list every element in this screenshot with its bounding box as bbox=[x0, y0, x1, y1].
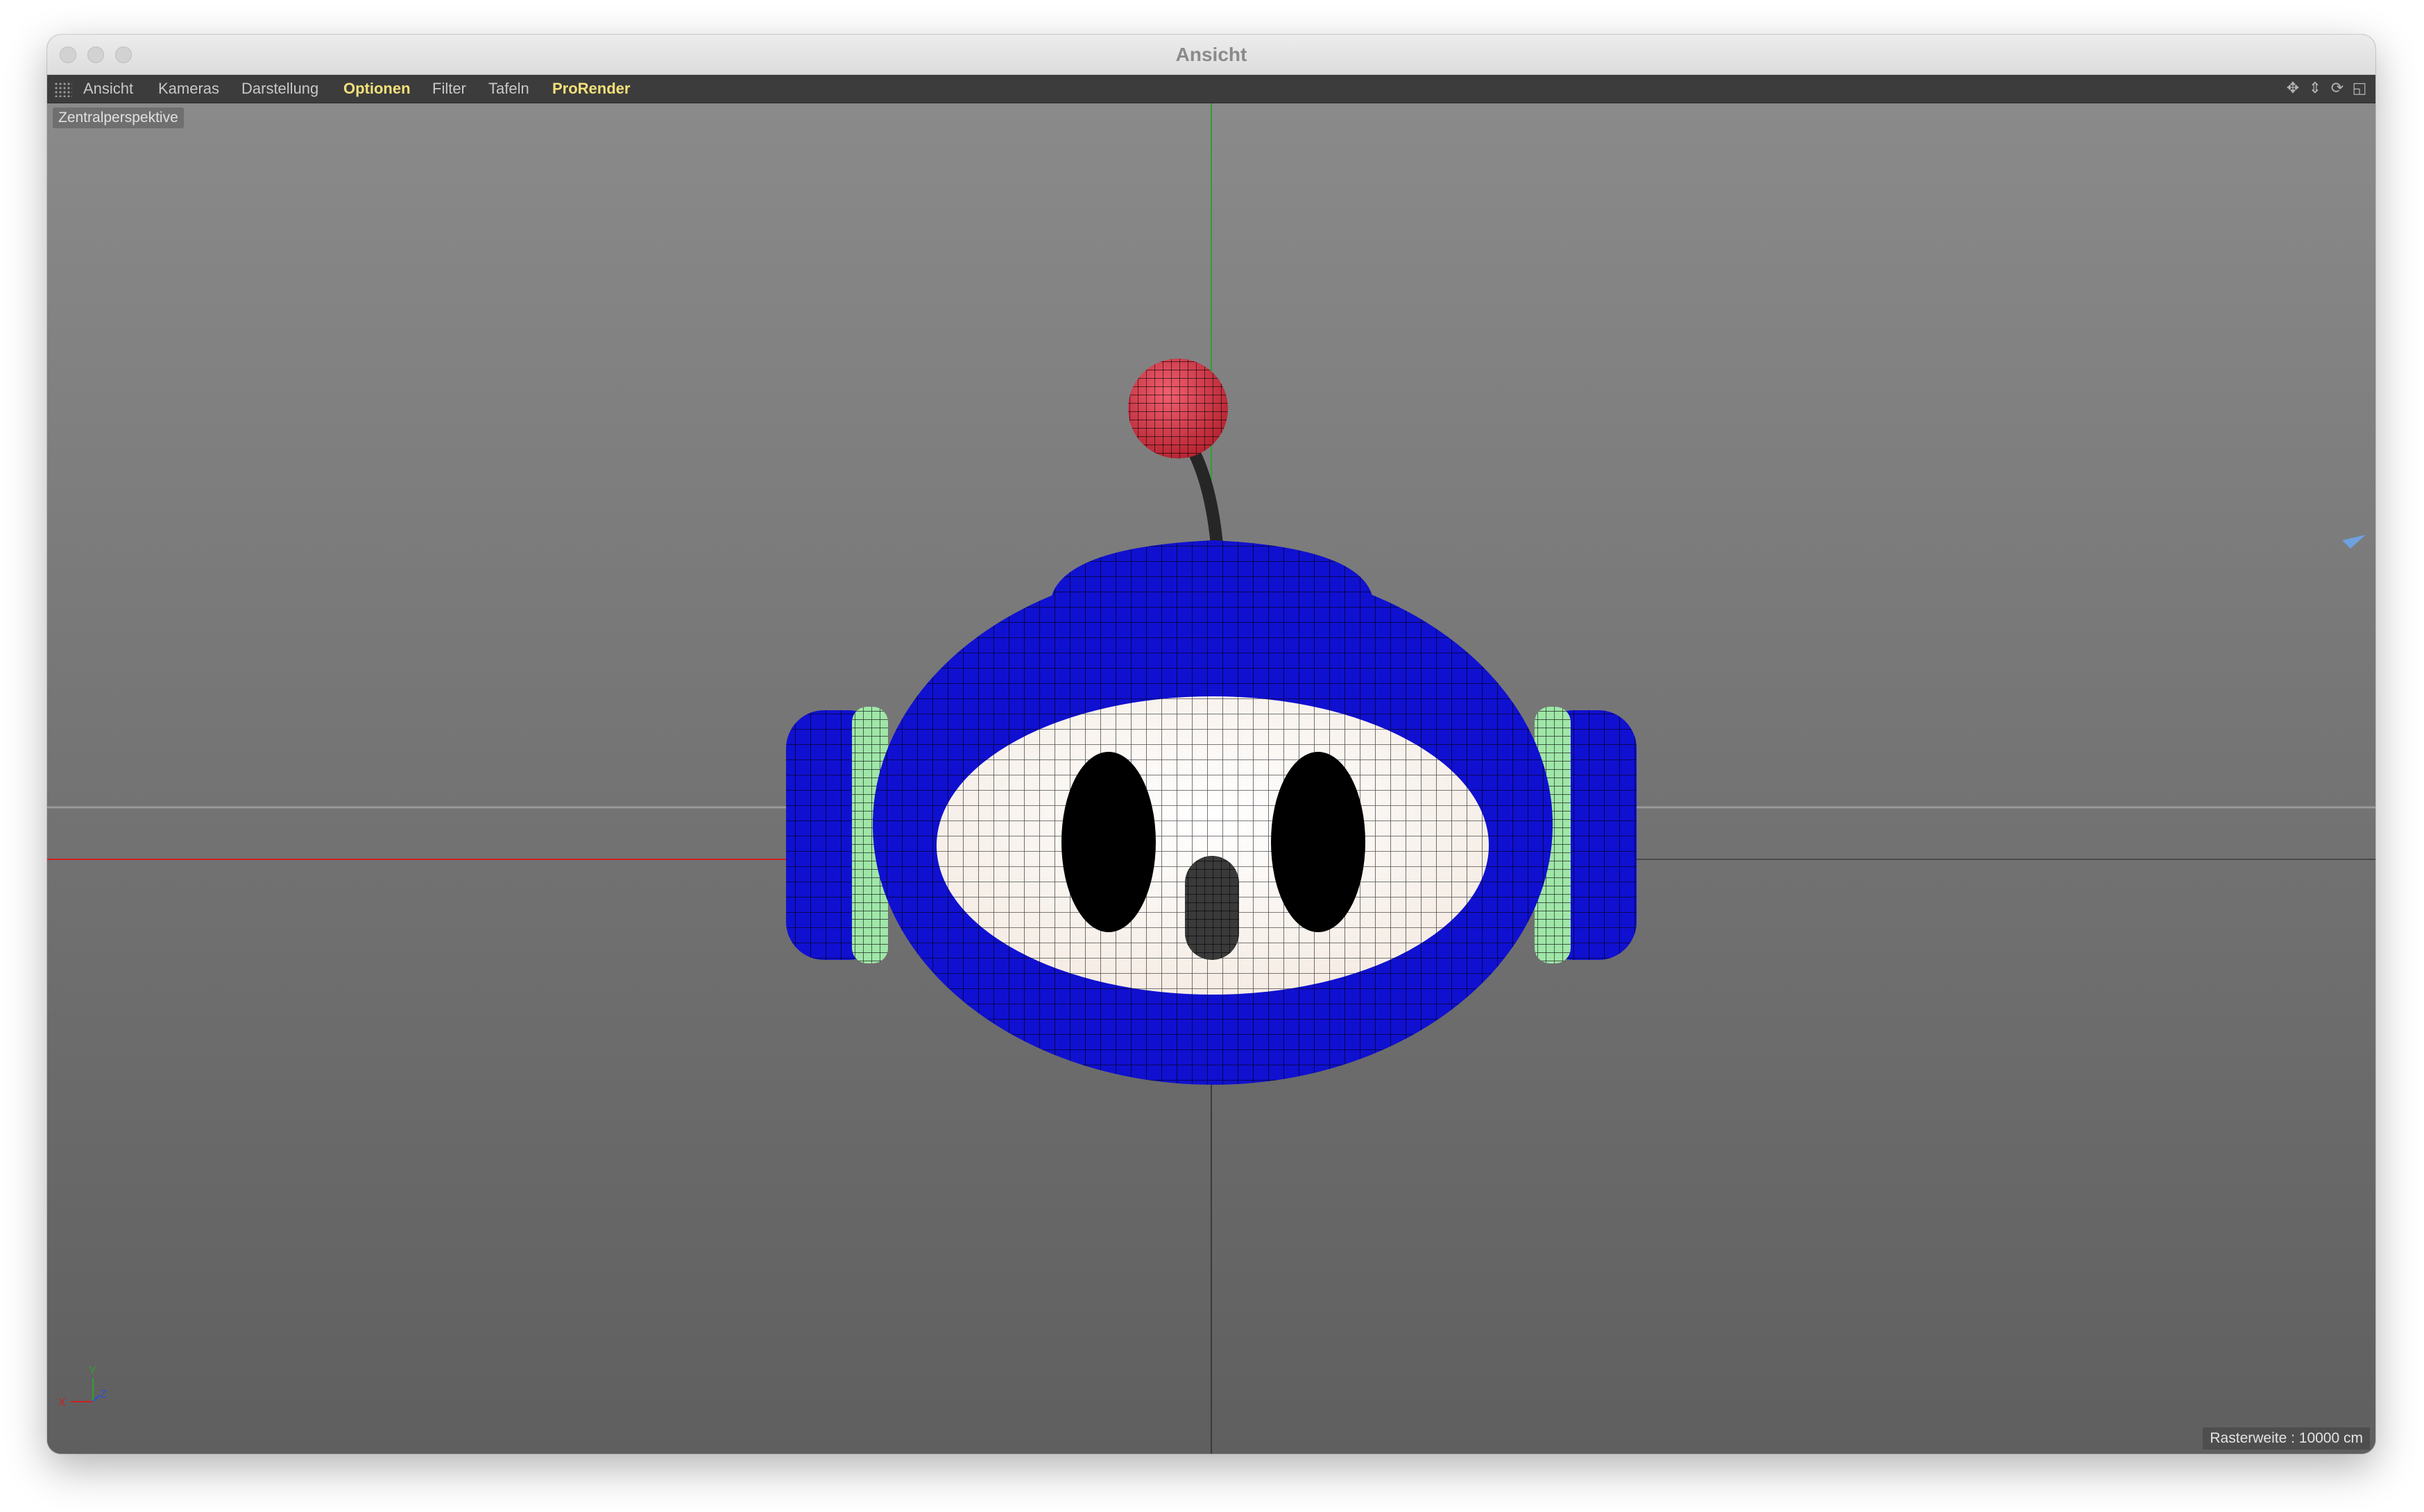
view-navigation-icons: ✥ ⇕ ⟳ ◱ bbox=[2284, 80, 2368, 98]
grip-icon[interactable] bbox=[54, 82, 72, 97]
menu-kameras[interactable]: Kameras bbox=[158, 75, 219, 103]
nose-mesh bbox=[1185, 856, 1239, 960]
move-view-icon[interactable]: ✥ bbox=[2284, 80, 2302, 98]
menu-ansicht[interactable]: Ansicht bbox=[83, 75, 133, 103]
viewport-window: Ansicht Ansicht Kameras Darstellung Opti… bbox=[47, 35, 2375, 1454]
axis-gizmo: Y X Z bbox=[58, 1365, 107, 1409]
3d-viewport[interactable]: Y X Z Zentralperspektive Rasterweite : 1… bbox=[47, 103, 2375, 1454]
viewport-menubar: Ansicht Kameras Darstellung Optionen Fil… bbox=[47, 75, 2375, 103]
maximize-view-icon[interactable]: ◱ bbox=[2350, 80, 2368, 98]
antenna-ball-mesh bbox=[1128, 359, 1228, 458]
menu-darstellung[interactable]: Darstellung bbox=[241, 75, 318, 103]
viewport-scene: Y X Z bbox=[47, 103, 2375, 1454]
menu-filter[interactable]: Filter bbox=[432, 75, 466, 103]
axis-x-label: X bbox=[58, 1397, 66, 1409]
title-bar: Ansicht bbox=[47, 35, 2375, 75]
dolly-view-icon[interactable]: ⇕ bbox=[2306, 80, 2324, 98]
light-marker-icon[interactable] bbox=[2342, 535, 2366, 549]
menu-tafeln[interactable]: Tafeln bbox=[488, 75, 529, 103]
left-eye bbox=[1061, 752, 1156, 932]
right-eye bbox=[1271, 752, 1365, 932]
rotate-view-icon[interactable]: ⟳ bbox=[2328, 80, 2346, 98]
axis-z-label: Z bbox=[100, 1389, 107, 1400]
menu-optionen[interactable]: Optionen bbox=[343, 75, 411, 103]
grid-size-status: Rasterweite : 10000 cm bbox=[2203, 1427, 2370, 1450]
projection-label[interactable]: Zentralperspektive bbox=[53, 108, 184, 128]
window-title: Ansicht bbox=[1175, 44, 1247, 65]
axis-y-label: Y bbox=[89, 1365, 96, 1377]
menu-prorender[interactable]: ProRender bbox=[552, 75, 630, 103]
